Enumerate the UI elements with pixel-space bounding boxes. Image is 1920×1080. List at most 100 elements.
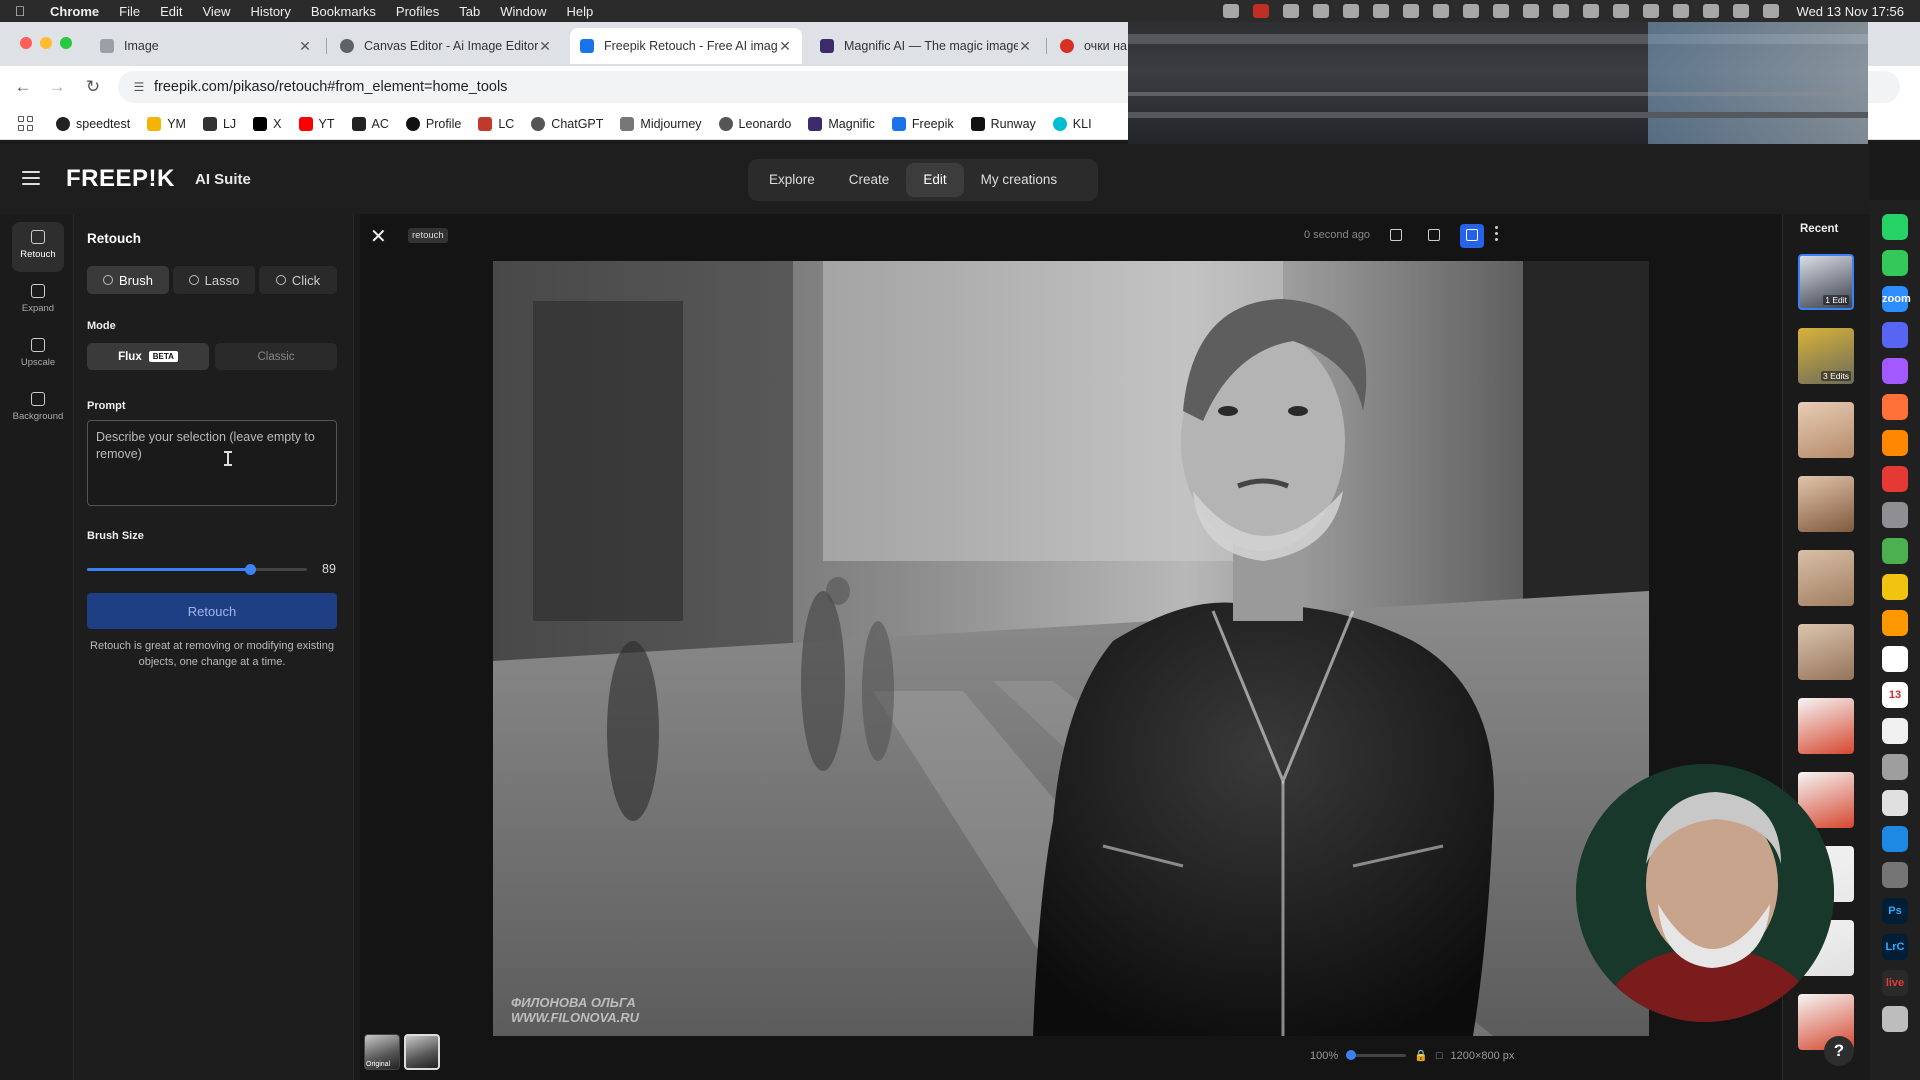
click-tool-button[interactable]: Click — [259, 266, 337, 294]
figma-icon[interactable] — [1882, 358, 1908, 384]
live-icon[interactable]: live — [1882, 970, 1908, 996]
forward-icon[interactable]: → — [44, 74, 70, 100]
minimize-window-button[interactable] — [40, 37, 52, 49]
bookmark-lj[interactable]: LJ — [202, 116, 236, 131]
status-cloud-icon[interactable] — [1372, 4, 1389, 18]
menu-profiles[interactable]: Profiles — [386, 4, 449, 19]
status-cc-icon[interactable] — [1282, 4, 1299, 18]
apple-icon[interactable]:  — [0, 3, 40, 19]
menu-help[interactable]: Help — [557, 4, 604, 19]
stack-icon[interactable] — [1882, 538, 1908, 564]
menu-edit[interactable]: Edit — [150, 4, 192, 19]
lock-icon[interactable]: 🔒 — [1414, 1049, 1428, 1062]
bookmark-runway[interactable]: Runway — [970, 116, 1036, 131]
mode-flux-button[interactable]: Flux BETA — [87, 343, 209, 370]
freepik-logo[interactable]: FREEP!K — [66, 165, 175, 193]
tab-image[interactable]: Image ✕ — [90, 28, 322, 64]
site-info-icon[interactable]: ☰ — [124, 80, 154, 94]
reload-icon[interactable]: ↻ — [80, 74, 106, 100]
camera-icon[interactable] — [1882, 862, 1908, 888]
podcast-icon[interactable] — [1882, 610, 1908, 636]
bookmark-lc[interactable]: LC — [478, 116, 514, 131]
compare-button[interactable] — [1384, 224, 1408, 248]
bookmark-speedtest[interactable]: speedtest — [56, 116, 130, 131]
preview-icon[interactable] — [1882, 790, 1908, 816]
close-window-button[interactable] — [20, 37, 32, 49]
close-tab-icon[interactable]: ✕ — [538, 38, 552, 55]
rail-upscale[interactable]: Upscale — [12, 330, 64, 380]
photoshop-icon[interactable]: Ps — [1882, 898, 1908, 924]
menu-tab[interactable]: Tab — [449, 4, 490, 19]
menu-file[interactable]: File — [109, 4, 150, 19]
trash-icon[interactable] — [1882, 1006, 1908, 1032]
close-tab-icon[interactable]: ✕ — [778, 38, 792, 55]
lasso-tool-button[interactable]: Lasso — [173, 266, 255, 294]
tab-magnific[interactable]: Magnific AI — The magic image ✕ — [810, 28, 1042, 64]
edited-thumbnail[interactable] — [404, 1034, 440, 1070]
prompt-textarea[interactable] — [88, 421, 336, 505]
download-button[interactable] — [1460, 224, 1484, 248]
menu-app-name[interactable]: Chrome — [40, 4, 109, 19]
close-tab-icon[interactable]: ✕ — [298, 38, 312, 55]
recent-thumbnail[interactable]: 1 Edit — [1798, 254, 1854, 310]
nav-create[interactable]: Create — [832, 163, 907, 197]
lightroom-icon[interactable]: LrC — [1882, 934, 1908, 960]
original-thumbnail[interactable]: Original — [364, 1034, 400, 1070]
status-audio-icon[interactable] — [1312, 4, 1329, 18]
menu-bookmarks[interactable]: Bookmarks — [301, 4, 386, 19]
status-cpu-icon[interactable] — [1342, 4, 1359, 18]
status-globe-icon[interactable] — [1432, 4, 1449, 18]
bookmark-midjourney[interactable]: Midjourney — [620, 116, 702, 131]
nav-my-creations[interactable]: My creations — [964, 163, 1075, 197]
menubar-clock[interactable]: Wed 13 Nov 17:56 — [1797, 4, 1904, 19]
wifi-icon[interactable] — [1612, 4, 1629, 18]
control-center-icon[interactable] — [1732, 4, 1749, 18]
input-source-icon[interactable] — [1702, 4, 1719, 18]
bookmark-ac[interactable]: AC — [351, 116, 389, 131]
rail-expand[interactable]: Expand — [12, 276, 64, 326]
zoom-window-button[interactable] — [60, 37, 72, 49]
recent-thumbnail[interactable] — [1798, 476, 1854, 532]
nav-explore[interactable]: Explore — [752, 163, 832, 197]
menu-window[interactable]: Window — [490, 4, 556, 19]
messages-icon[interactable] — [1882, 250, 1908, 276]
edited-photo[interactable]: ФИЛОНОВА ОЛЬГА WWW.FILONOVA.RU — [493, 261, 1649, 1036]
recent-thumbnail[interactable]: 3 Edits — [1798, 328, 1854, 384]
status-feather-icon[interactable] — [1462, 4, 1479, 18]
status-headphones-icon[interactable] — [1402, 4, 1419, 18]
vlc-icon[interactable] — [1882, 430, 1908, 456]
bookmark-freepik[interactable]: Freepik — [891, 116, 954, 131]
appstore-icon[interactable] — [1882, 826, 1908, 852]
apps-grid-icon[interactable] — [18, 115, 34, 132]
books-icon[interactable] — [1882, 466, 1908, 492]
nav-edit[interactable]: Edit — [906, 163, 964, 197]
bookmark-kling[interactable]: KLI — [1052, 116, 1092, 131]
rail-background[interactable]: Background — [12, 384, 64, 434]
save-to-folder-button[interactable] — [1422, 224, 1446, 248]
menu-history[interactable]: History — [240, 4, 300, 19]
prompt-field[interactable] — [87, 420, 337, 506]
mode-classic-button[interactable]: Classic — [215, 343, 337, 370]
menu-view[interactable]: View — [192, 4, 240, 19]
settings-icon[interactable] — [1882, 502, 1908, 528]
menu-icon[interactable] — [22, 171, 40, 185]
bookmark-x[interactable]: X — [253, 116, 282, 131]
brush-size-slider[interactable] — [87, 562, 307, 576]
tab-freepik-retouch[interactable]: Freepik Retouch - Free AI image ✕ — [570, 28, 802, 64]
more-options-icon[interactable] — [1495, 226, 1499, 244]
discord-icon[interactable] — [1882, 322, 1908, 348]
siri-icon[interactable] — [1762, 4, 1779, 18]
user-icon[interactable] — [1642, 4, 1659, 18]
close-icon[interactable]: ✕ — [370, 224, 387, 249]
slider-handle[interactable] — [244, 564, 256, 575]
zoom-slider[interactable] — [1346, 1050, 1407, 1060]
battery-icon[interactable] — [1582, 4, 1599, 18]
bookmark-profile[interactable]: Profile — [405, 116, 461, 131]
firefox-icon[interactable] — [1882, 394, 1908, 420]
recent-thumbnail[interactable] — [1798, 550, 1854, 606]
zoom-icon[interactable]: zoom — [1882, 286, 1911, 312]
notes-icon[interactable] — [1882, 718, 1908, 744]
rail-retouch[interactable]: Retouch — [12, 222, 64, 272]
chatgpt-icon[interactable] — [1882, 646, 1908, 672]
status-keyboard-icon[interactable] — [1492, 4, 1509, 18]
